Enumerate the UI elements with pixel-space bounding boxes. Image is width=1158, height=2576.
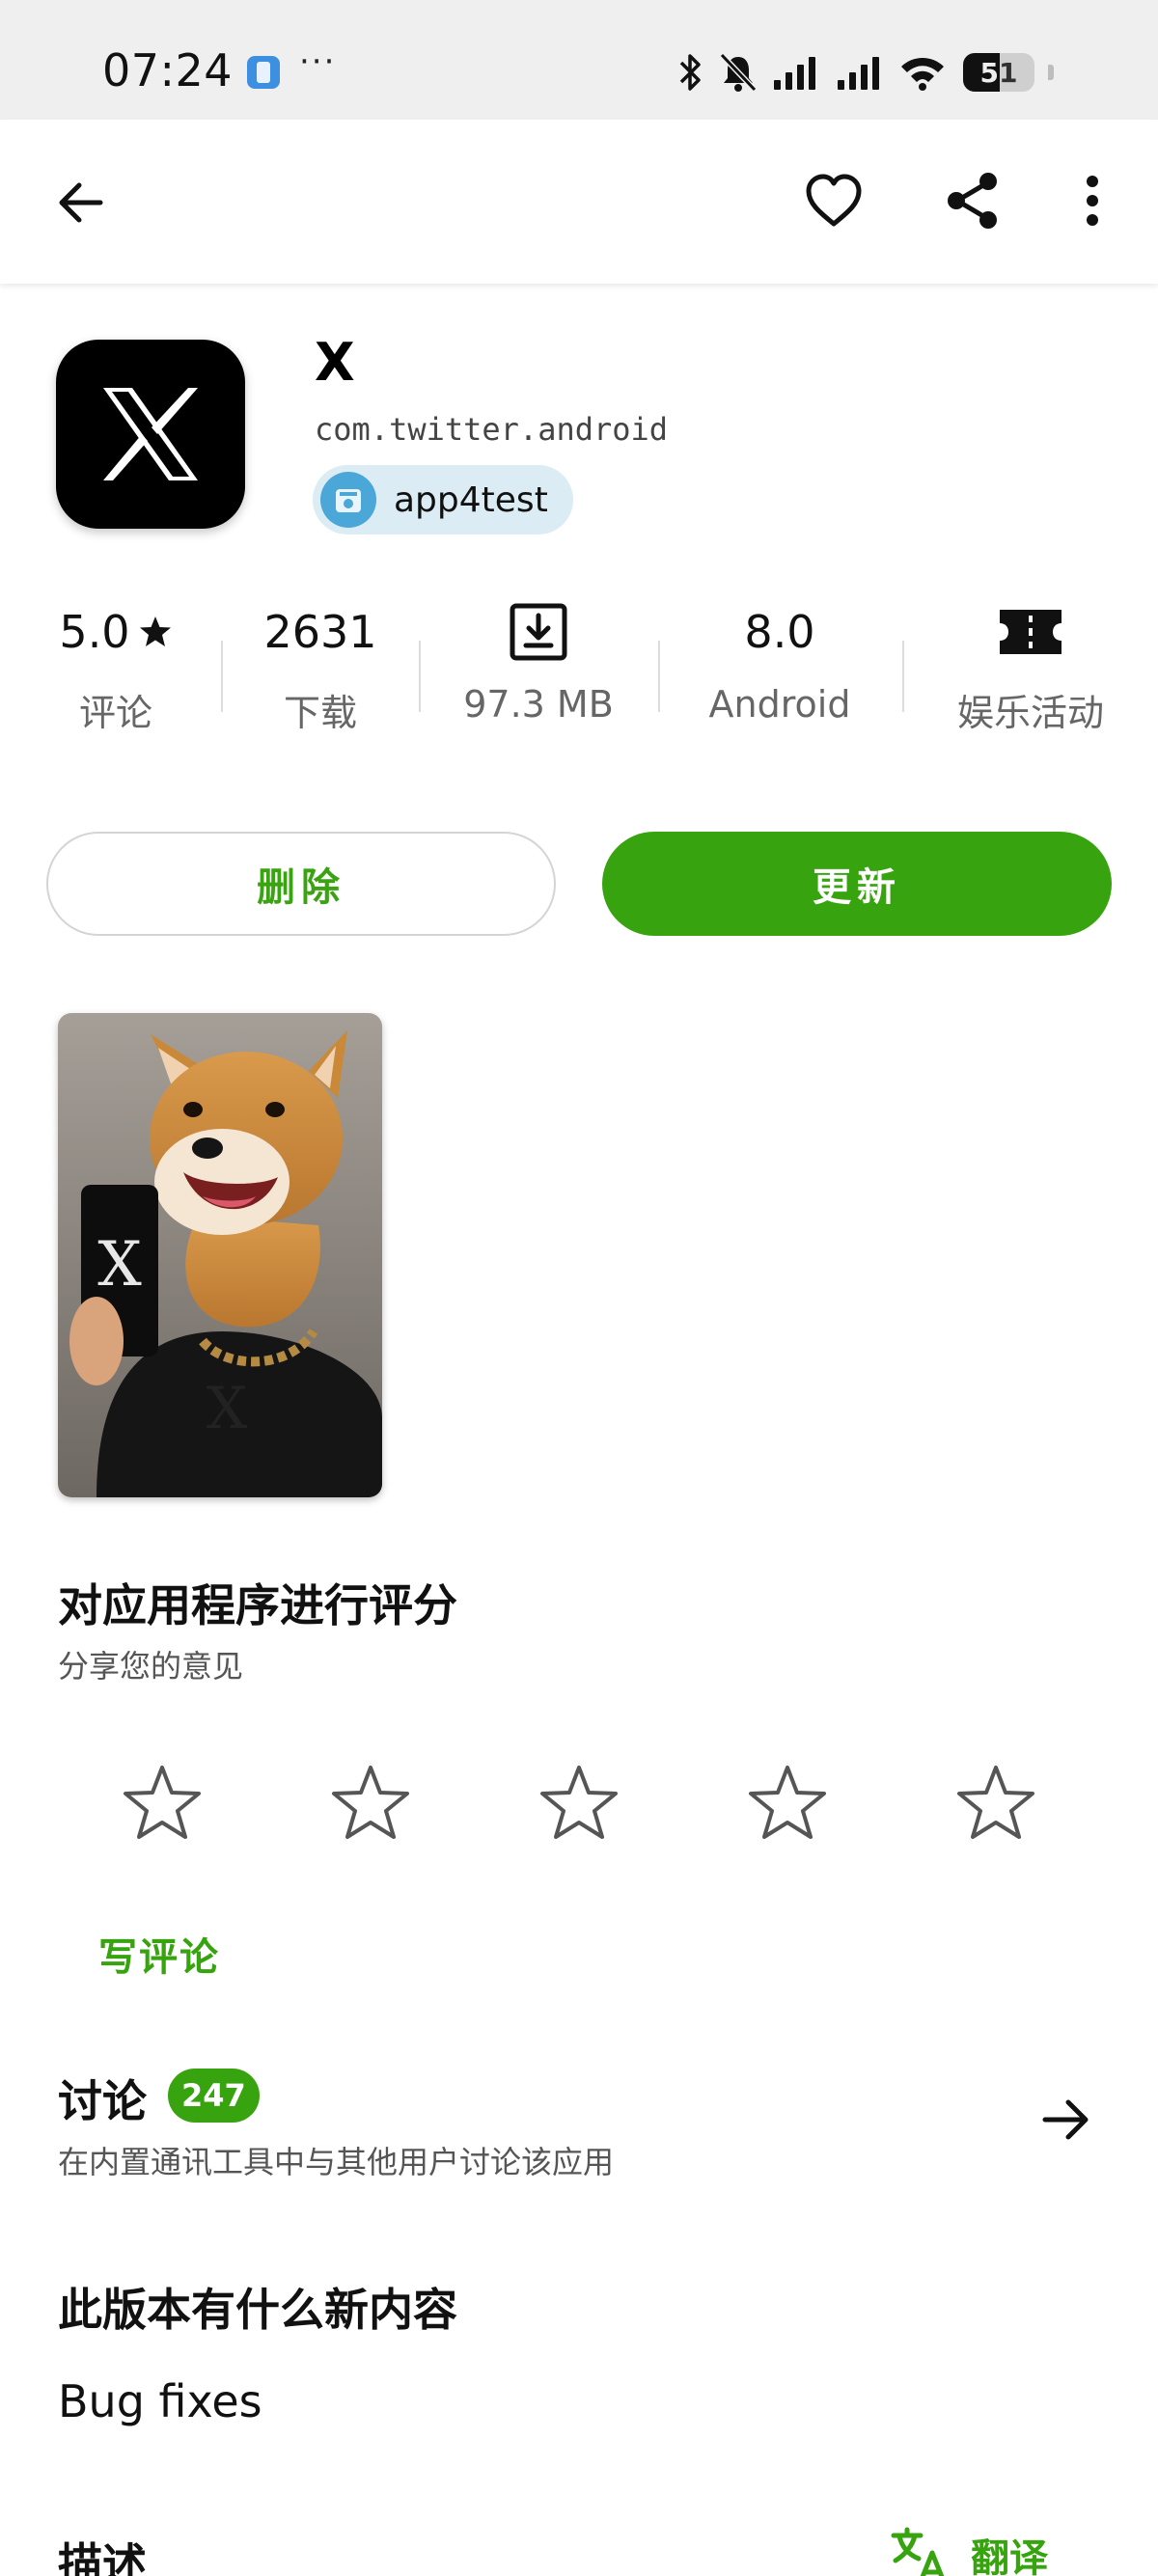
signal-icon-2 (838, 57, 879, 90)
size-label: 97.3 MB (463, 683, 614, 726)
wifi-icon (901, 58, 944, 91)
star-outline-icon (124, 1766, 201, 1839)
stat-rating[interactable]: 5.0 评论 (39, 598, 193, 736)
star-outline-icon (749, 1766, 826, 1839)
stat-size: 97.3 MB (452, 598, 625, 726)
battery-icon: 51 (963, 53, 1034, 92)
more-vert-icon (1087, 176, 1098, 226)
arrow-right-icon (1042, 2099, 1089, 2140)
translate-button[interactable]: 翻译 (888, 2524, 1048, 2576)
status-bar: 07:24 ··· 51 (0, 0, 1158, 120)
star-outline-icon (957, 1766, 1034, 1839)
more-options-button[interactable] (1063, 162, 1121, 239)
bluetooth-icon (679, 54, 701, 91)
stat-divider (419, 641, 421, 712)
battery-level: 51 (979, 57, 1018, 89)
more-notifications-icon: ··· (299, 42, 337, 81)
battery-tip (1048, 65, 1054, 80)
download-box-icon (510, 603, 567, 661)
status-time: 07:24 (102, 44, 234, 96)
discussion-count-badge: 247 (168, 2069, 260, 2123)
discussion-open-button[interactable] (1033, 2086, 1100, 2153)
uploader-chip[interactable]: app4test (313, 465, 573, 534)
stat-size-icon-row (452, 598, 625, 666)
stat-category-icon-row (934, 598, 1127, 666)
android-version-value: 8.0 (744, 606, 815, 658)
share-button[interactable] (934, 162, 1011, 239)
favorite-button[interactable] (795, 162, 872, 239)
back-button[interactable] (42, 164, 120, 241)
ticket-icon (1000, 610, 1062, 654)
rate-star-2[interactable] (326, 1758, 415, 1847)
stat-downloads: 2631 下载 (243, 598, 398, 736)
whats-new-text: Bug fixes (58, 2375, 262, 2427)
x-logo-icon (103, 388, 198, 480)
android-label: Android (708, 683, 851, 726)
star-filled-icon (139, 617, 171, 646)
whats-new-title: 此版本有什么新内容 (58, 2284, 457, 2336)
rate-section-subtitle: 分享您的意见 (58, 1648, 244, 1685)
rate-star-4[interactable] (743, 1758, 832, 1847)
stat-rating-value-row: 5.0 (39, 598, 193, 666)
bell-muted-icon (719, 52, 758, 93)
app-name: X (315, 332, 355, 393)
svg-text:X: X (207, 1375, 248, 1442)
stat-android-version: 8.0 Android (687, 598, 872, 726)
top-app-bar (0, 120, 1158, 284)
rating-value: 5.0 (59, 606, 130, 658)
rating-label: 评论 (78, 692, 152, 734)
share-icon (948, 173, 997, 229)
star-outline-icon (332, 1766, 409, 1839)
app-package-name: com.twitter.android (315, 411, 669, 448)
svg-text:X: X (97, 1229, 142, 1301)
translate-icon (891, 2527, 945, 2576)
uploader-name: app4test (394, 480, 548, 520)
stat-divider (221, 641, 223, 712)
stat-category[interactable]: 娱乐活动 (934, 598, 1127, 736)
delete-button[interactable]: 删除 (46, 832, 556, 936)
app-icon (56, 340, 245, 529)
write-review-link[interactable]: 写评论 (98, 1926, 220, 1982)
stat-divider (902, 641, 904, 712)
screenshot-image: X X (58, 1013, 382, 1497)
description-title: 描述 (58, 2538, 147, 2576)
rate-star-5[interactable] (951, 1758, 1040, 1847)
discussion-title[interactable]: 讨论 (58, 2067, 147, 2130)
app-screenshot[interactable]: X X (58, 1013, 382, 1497)
category-label: 娱乐活动 (956, 692, 1104, 734)
arrow-left-icon (59, 182, 103, 223)
status-icons: 51 (676, 48, 1054, 96)
discussion-subtitle: 在内置通讯工具中与其他用户讨论该应用 (58, 2144, 615, 2180)
translate-label: 翻译 (971, 2536, 1048, 2576)
notification-app-icon (247, 56, 280, 89)
update-button[interactable]: 更新 (602, 832, 1112, 936)
robot-icon (336, 489, 361, 512)
star-outline-icon (540, 1766, 618, 1839)
signal-icon-1 (774, 57, 815, 90)
uploader-avatar (320, 472, 376, 528)
downloads-label: 下载 (283, 692, 357, 734)
rate-star-1[interactable] (118, 1758, 207, 1847)
rate-section-title: 对应用程序进行评分 (58, 1579, 457, 1631)
stat-divider (658, 641, 660, 712)
rate-star-3[interactable] (535, 1758, 623, 1847)
heart-icon (806, 174, 862, 227)
downloads-value: 2631 (263, 606, 377, 658)
